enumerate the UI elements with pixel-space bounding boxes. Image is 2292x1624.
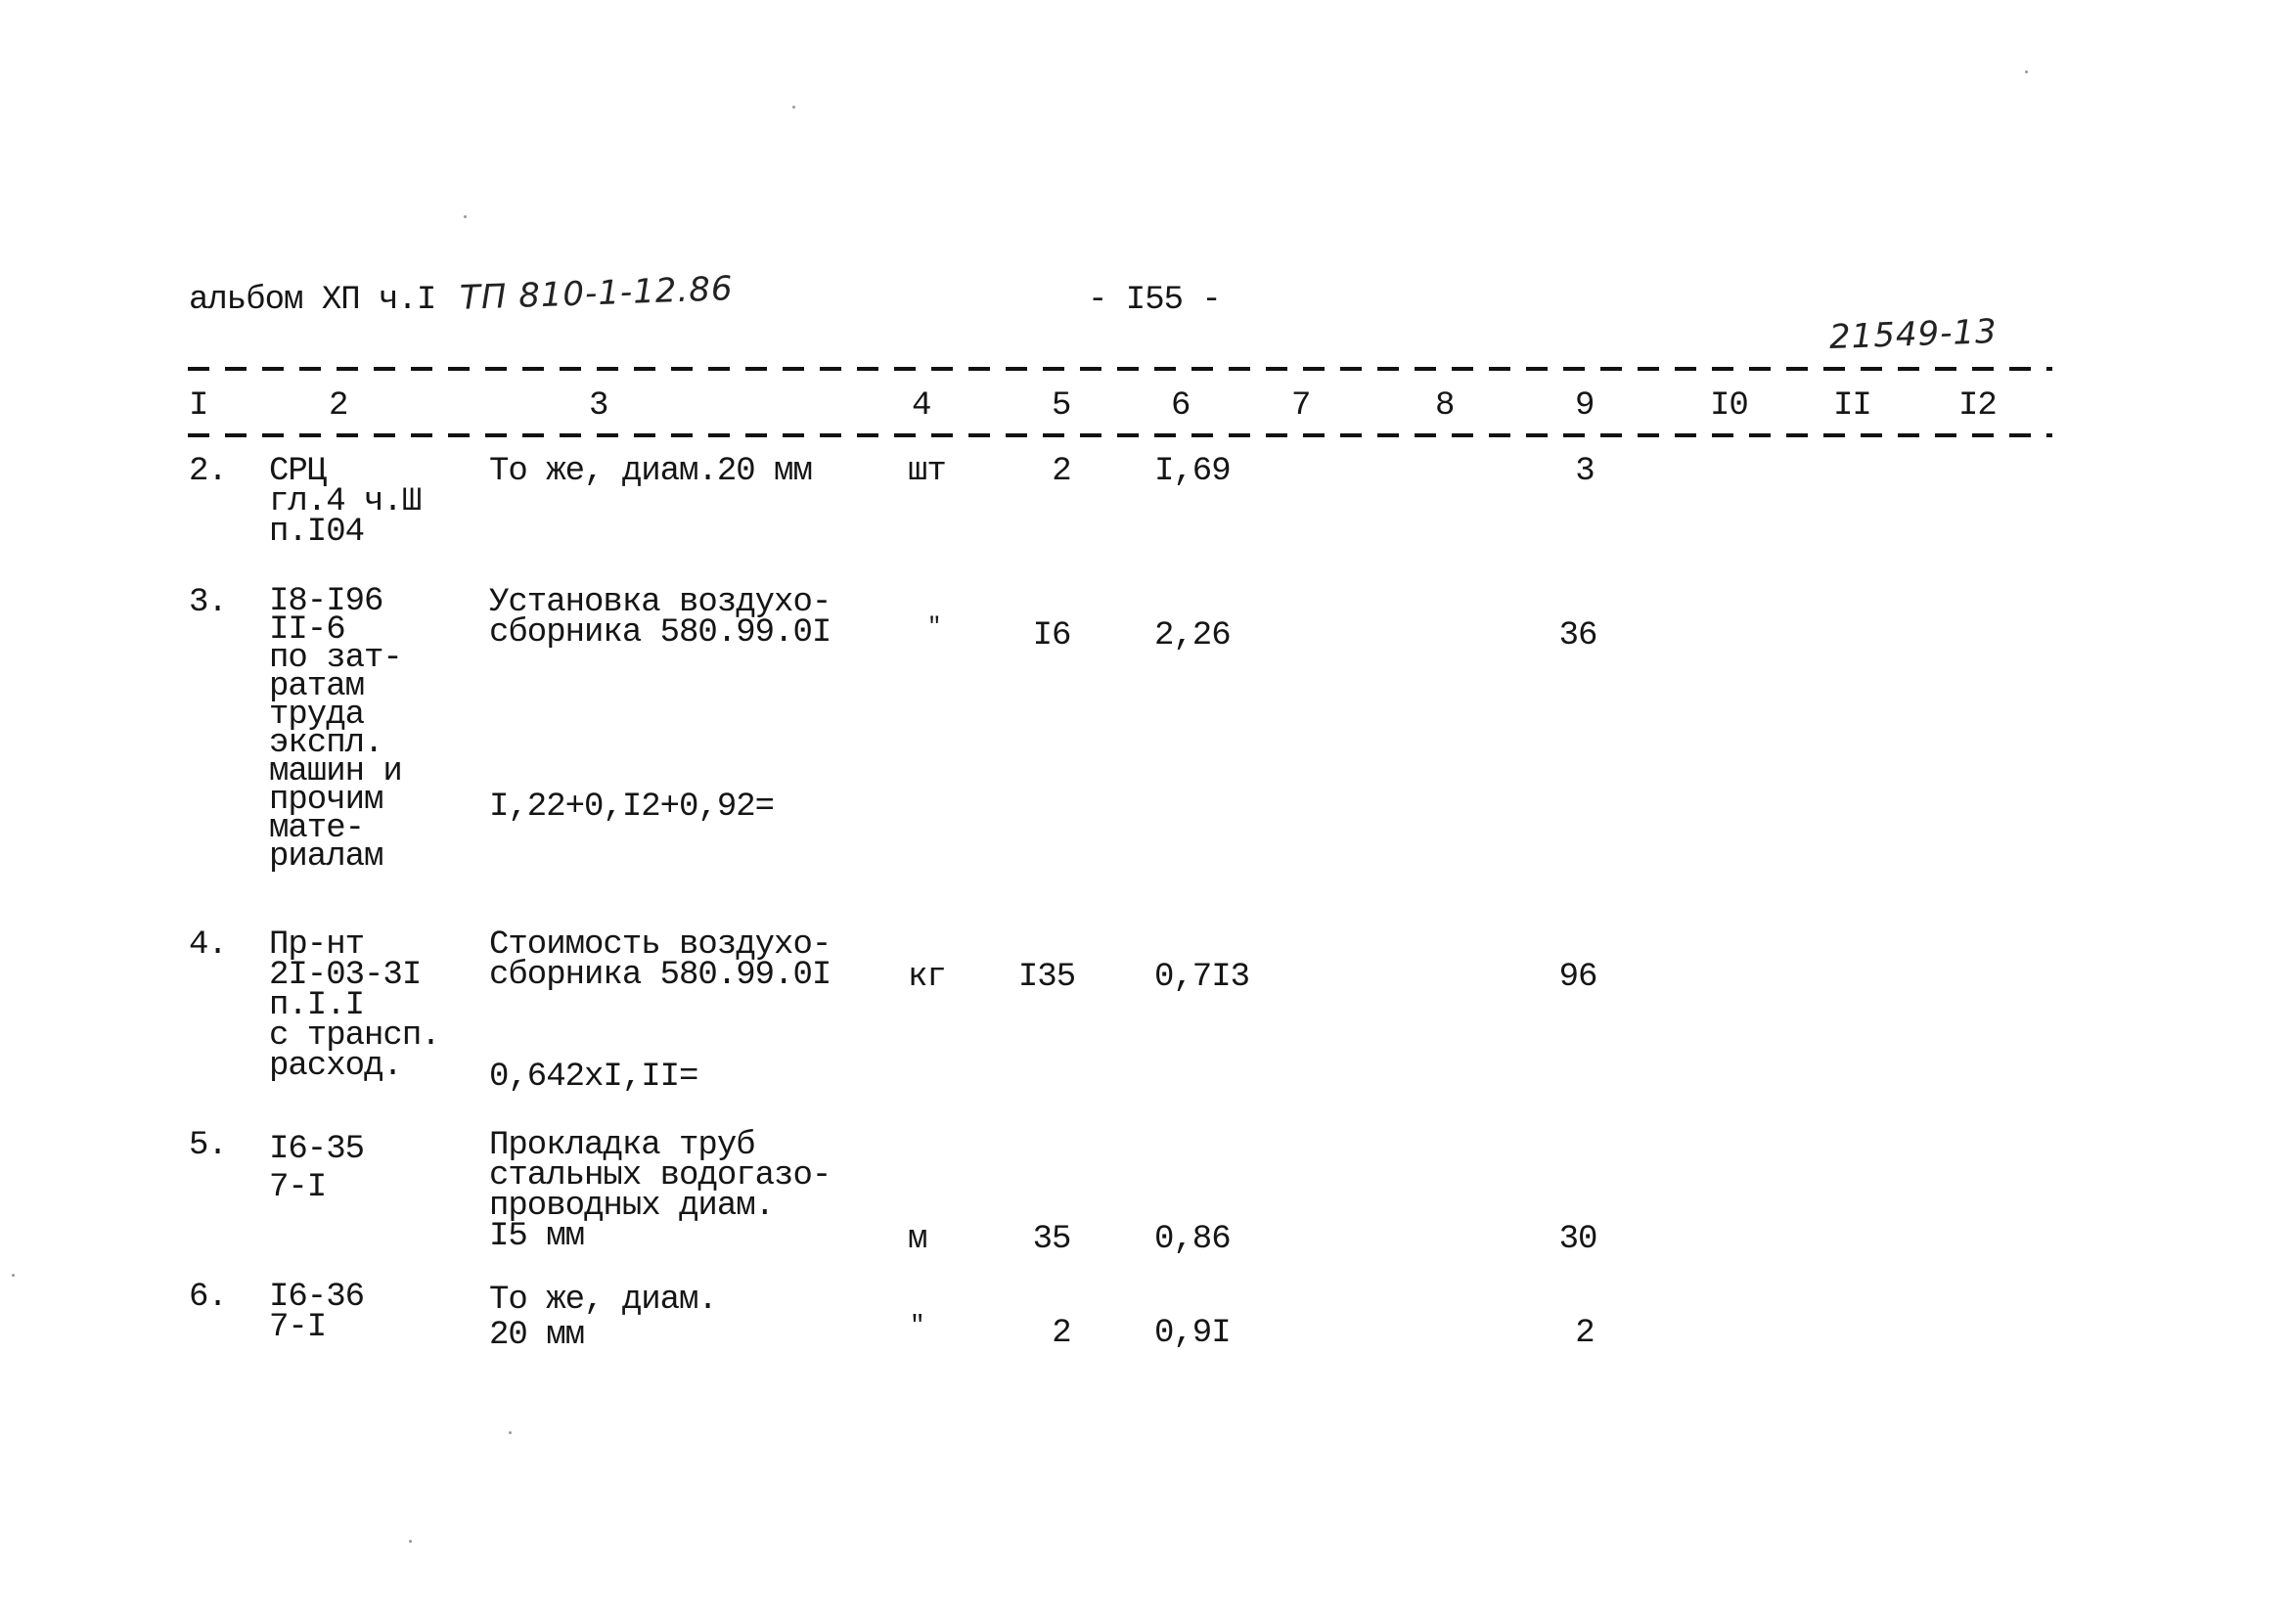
row-reference: I6-35 7-I	[269, 1131, 365, 1206]
row-reference: Пр-нт 2I-03-3I п.I.I с трансп. расход.	[269, 926, 441, 1085]
column-header-8: 8	[1435, 387, 1455, 425]
row-quantity: 2	[1052, 453, 1071, 490]
row-unit-price: 0,86	[1154, 1221, 1232, 1258]
column-header-4: 4	[912, 387, 931, 425]
row-quantity: I6	[1032, 617, 1072, 654]
handwritten-project-ref: ТП 810-1-12.86	[459, 269, 735, 318]
row-unit: шт	[908, 453, 947, 490]
column-header-3: 3	[589, 387, 608, 425]
row-description: То же, диам.20 мм	[489, 453, 813, 490]
row-description: Стоимость воздухо- сборника 580.99.0I	[489, 926, 831, 994]
column-header-5: 5	[1052, 387, 1071, 425]
scan-speck	[2025, 70, 2028, 73]
row-calculation: I,22+0,I2+0,92=	[489, 789, 775, 826]
row-quantity: 2	[1052, 1315, 1071, 1352]
column-header-10: I0	[1710, 387, 1749, 425]
row-number: 5.	[189, 1127, 228, 1164]
row-description: Установка воздухо- сборника 580.99.0I	[489, 584, 831, 652]
row-total: 96	[1558, 959, 1598, 996]
row-unit-price: I,69	[1154, 453, 1232, 490]
row-unit: м	[908, 1221, 927, 1258]
row-unit: кг	[908, 959, 947, 996]
row-description: Прокладка труб стальных водогазо- провод…	[489, 1127, 831, 1255]
row-number: 3.	[189, 584, 228, 621]
column-header-6: 6	[1171, 387, 1191, 425]
scan-speck	[464, 215, 467, 218]
row-total: 2	[1575, 1315, 1595, 1352]
row-reference: I6-36 7-I	[269, 1279, 365, 1346]
column-header-7: 7	[1291, 387, 1311, 425]
row-total: 30	[1558, 1221, 1598, 1258]
handwritten-document-code: 21549-13	[1828, 312, 1999, 357]
row-quantity: I35	[1017, 959, 1076, 996]
scan-speck	[509, 1431, 512, 1434]
row-number: 2.	[189, 453, 228, 490]
page-number: - I55 -	[1088, 282, 1222, 319]
row-total: 3	[1575, 453, 1595, 490]
scan-speck	[792, 106, 795, 109]
column-header-9: 9	[1575, 387, 1595, 425]
header-bottom-divider	[188, 433, 2052, 437]
row-number: 6.	[189, 1279, 228, 1316]
album-reference: альбом ХП ч.I	[189, 282, 436, 319]
header-top-divider	[188, 367, 2052, 371]
row-total: 36	[1558, 617, 1598, 654]
column-header-2: 2	[329, 387, 348, 425]
column-header-12: I2	[1958, 387, 1998, 425]
scan-speck	[12, 1274, 15, 1277]
row-unit-ditto: "	[927, 614, 941, 641]
column-header-1: I	[189, 387, 208, 425]
row-unit-price: 2,26	[1154, 617, 1232, 654]
row-number: 4.	[189, 926, 228, 964]
row-unit-price: 0,9I	[1154, 1315, 1232, 1352]
row-quantity: 35	[1032, 1221, 1072, 1258]
column-header-11: II	[1833, 387, 1872, 425]
row-unit-price: 0,7I3	[1154, 959, 1250, 996]
row-reference: I8-I96 II-6 по зат- ратам труда экспл. м…	[269, 583, 403, 876]
scan-speck	[409, 1540, 412, 1543]
row-description: То же, диам. 20 мм	[489, 1282, 718, 1354]
row-reference: СРЦ гл.4 ч.Ш п.I04	[269, 453, 422, 551]
row-calculation: 0,642хI,II=	[489, 1059, 698, 1096]
row-unit-ditto: "	[910, 1311, 925, 1340]
